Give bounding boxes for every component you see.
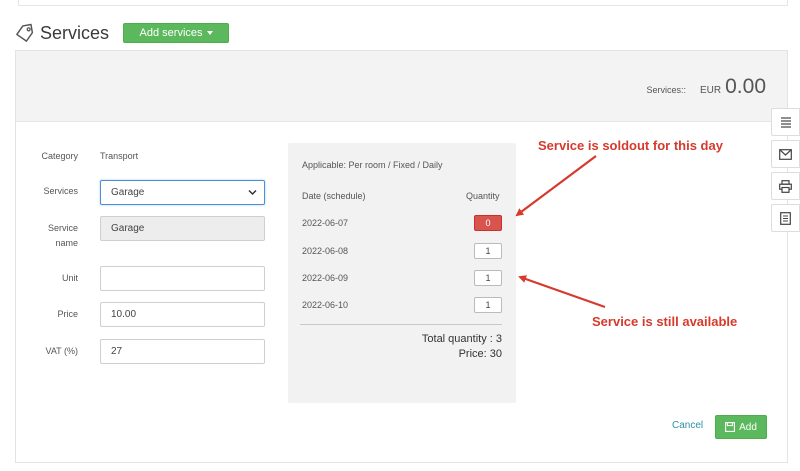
save-icon — [725, 422, 736, 432]
soldout-arrow — [515, 155, 597, 217]
cancel-link[interactable]: Cancel — [672, 420, 703, 431]
annotation-arrows — [515, 155, 606, 309]
available-arrow — [518, 275, 606, 309]
add-button-label: Add — [739, 421, 757, 433]
add-button[interactable]: Add — [715, 415, 767, 439]
